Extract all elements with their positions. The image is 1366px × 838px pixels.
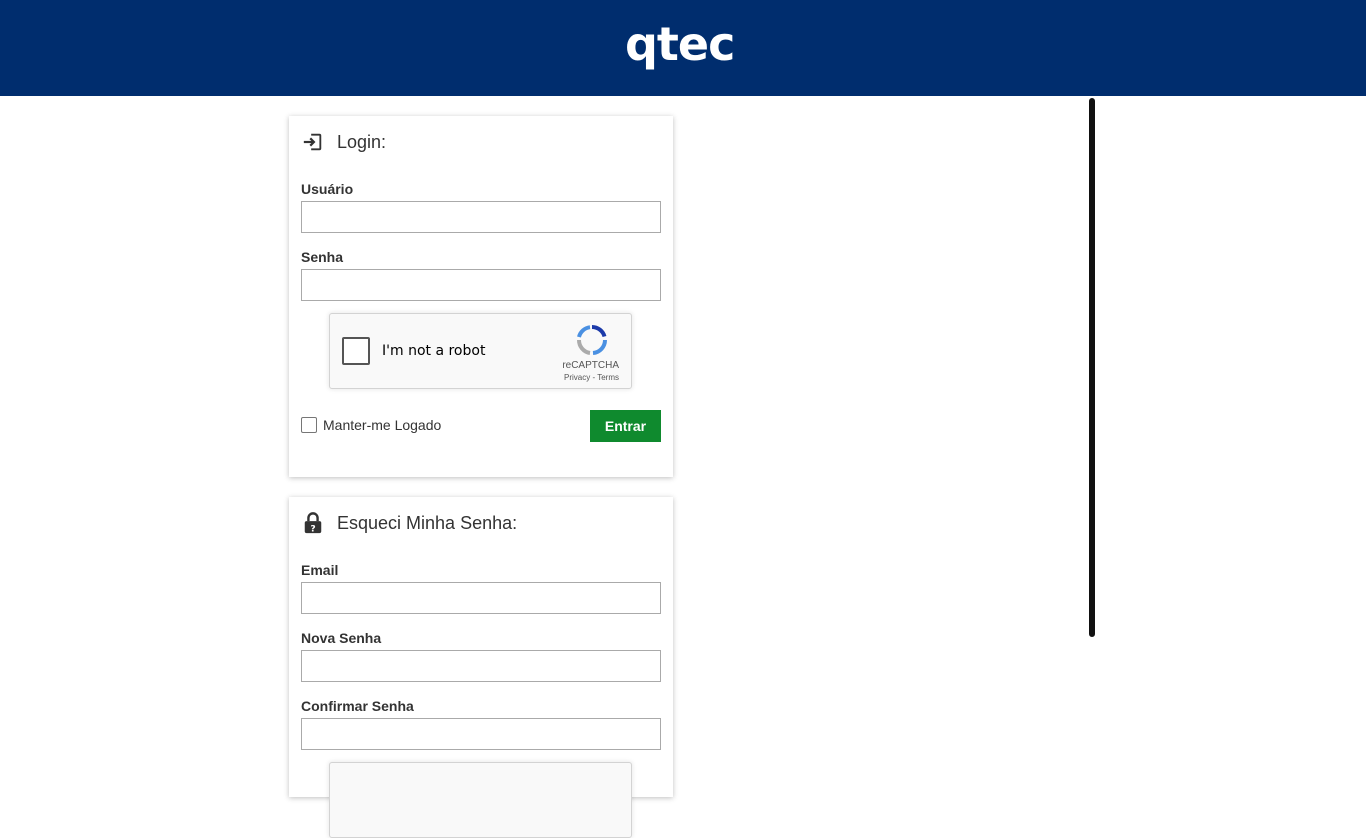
email-input[interactable] (301, 582, 661, 614)
forgot-title: Esqueci Minha Senha: (337, 512, 518, 533)
vertical-divider (1089, 98, 1095, 637)
forgot-password-card: ? Esqueci Minha Senha: Email Nova Senha … (289, 497, 673, 838)
recaptcha-brand: reCAPTCHA (562, 360, 619, 371)
username-input[interactable] (301, 201, 661, 233)
new-password-input[interactable] (301, 650, 661, 682)
login-icon (301, 130, 325, 154)
recaptcha-widget: I'm not a robot reCAPTCHA Privacy - Term… (329, 313, 632, 389)
login-card: Login: Usuário Senha I'm not a robot reC… (289, 116, 673, 477)
password-input[interactable] (301, 269, 661, 301)
remember-me-checkbox[interactable] (301, 417, 317, 433)
login-submit-button[interactable]: Entrar (590, 410, 661, 442)
username-label: Usuário (301, 181, 354, 197)
recaptcha-widget-partial (329, 762, 632, 838)
remember-me-label[interactable]: Manter-me Logado (323, 417, 441, 433)
lock-question-icon: ? (301, 511, 325, 535)
recaptcha-icon (576, 324, 608, 356)
qtec-logo[interactable]: qtec (625, 18, 735, 70)
recaptcha-text: I'm not a robot (382, 343, 486, 359)
recaptcha-terms-link[interactable]: Privacy - Terms (564, 373, 619, 382)
confirm-password-input[interactable] (301, 718, 661, 750)
login-header: Login: (301, 130, 386, 154)
login-title: Login: (337, 131, 387, 152)
top-bar: qtec (0, 0, 1366, 96)
email-label: Email (301, 562, 339, 578)
confirm-password-label: Confirmar Senha (301, 698, 414, 714)
forgot-header: ? Esqueci Minha Senha: (301, 511, 517, 535)
password-label: Senha (301, 249, 344, 265)
recaptcha-checkbox[interactable] (342, 337, 370, 365)
new-password-label: Nova Senha (301, 630, 382, 646)
svg-text:?: ? (310, 523, 315, 534)
remember-me[interactable]: Manter-me Logado (301, 417, 441, 433)
